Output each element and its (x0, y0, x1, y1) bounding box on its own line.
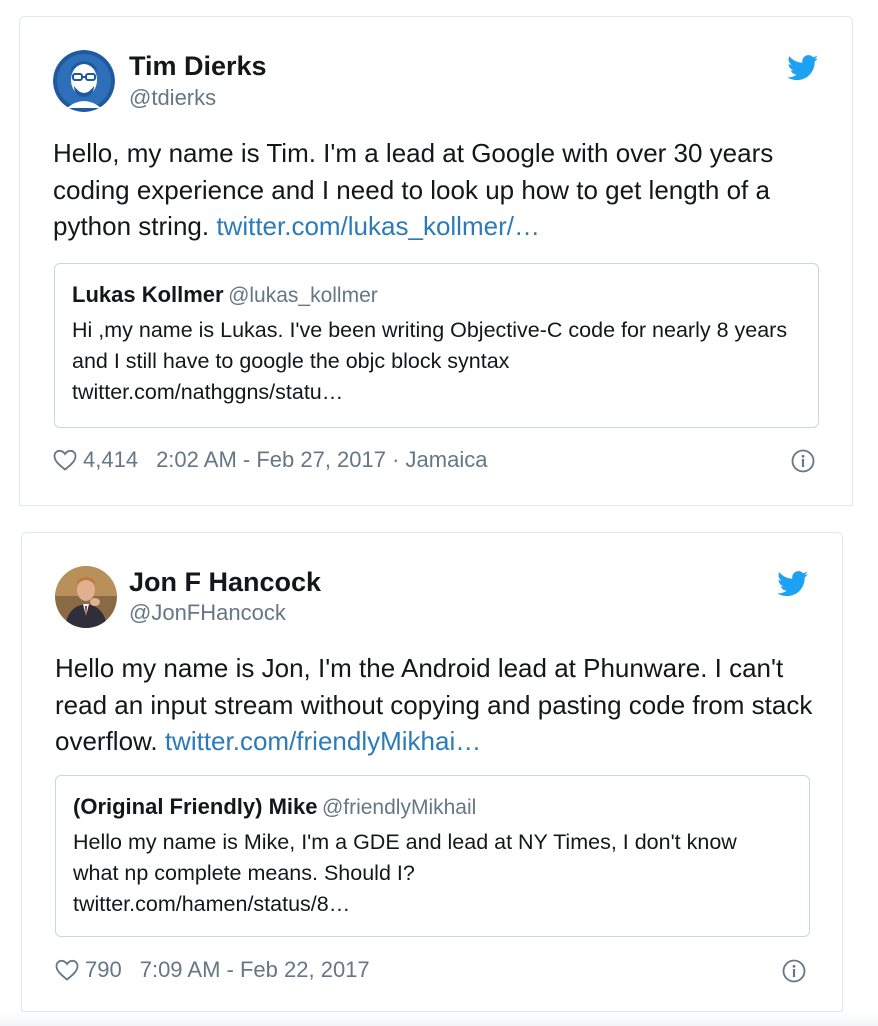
quoted-text-body: Hi ,my name is Lukas. I've been writing … (72, 318, 788, 373)
tweet-meta: 4,414 2:02 AM - Feb 27, 2017 · Jamaica (53, 447, 487, 473)
tweet-meta: 790 7:09 AM - Feb 22, 2017 (55, 957, 370, 983)
info-icon[interactable] (791, 449, 815, 473)
timestamp[interactable]: 2:02 AM - Feb 27, 2017 · Jamaica (156, 447, 487, 473)
tweet-link[interactable]: twitter.com/lukas_kollmer/… (216, 211, 540, 241)
timestamp[interactable]: 7:09 AM - Feb 22, 2017 (140, 957, 370, 983)
like-count[interactable]: 4,414 (83, 447, 138, 473)
quoted-tweet-header: Lukas Kollmer @lukas_kollmer (72, 282, 378, 308)
quoted-author-handle: @friendlyMikhail (321, 796, 477, 819)
tweet-card: Tim Dierks @tdierks Hello, my name is Ti… (19, 16, 853, 506)
heart-icon[interactable] (53, 449, 77, 471)
quoted-tweet-text: Hello my name is Mike, I'm a GDE and lea… (73, 827, 773, 920)
avatar[interactable] (55, 566, 117, 628)
tweet-card: Jon F Hancock @JonFHancock Hello my name… (21, 532, 843, 1012)
quoted-tweet[interactable]: Lukas Kollmer @lukas_kollmer Hi ,my name… (54, 263, 819, 428)
quoted-link: twitter.com/nathggns/statu… (72, 380, 344, 404)
quoted-author-name: (Original Friendly) Mike (73, 794, 318, 819)
tweet-text: Hello my name is Jon, I'm the Android le… (55, 650, 815, 760)
like-count[interactable]: 790 (85, 957, 122, 983)
author-name[interactable]: Tim Dierks (129, 51, 267, 82)
quoted-author-handle: @lukas_kollmer (228, 284, 378, 307)
quoted-tweet-header: (Original Friendly) Mike @friendlyMikhai… (73, 794, 476, 820)
avatar[interactable] (53, 50, 115, 112)
quoted-text-body: Hello my name is Mike, I'm a GDE and lea… (73, 830, 737, 885)
author-handle[interactable]: @tdierks (129, 85, 216, 111)
heart-icon[interactable] (55, 959, 79, 981)
bottom-shadow (0, 1012, 878, 1026)
quoted-tweet[interactable]: (Original Friendly) Mike @friendlyMikhai… (55, 775, 810, 937)
quoted-author-name: Lukas Kollmer (72, 282, 224, 307)
author-name[interactable]: Jon F Hancock (129, 567, 321, 598)
tweet-text: Hello, my name is Tim. I'm a lead at Goo… (53, 135, 833, 245)
info-icon[interactable] (782, 959, 806, 983)
quoted-link: twitter.com/hamen/status/8… (73, 892, 351, 916)
author-handle[interactable]: @JonFHancock (129, 600, 286, 626)
tweet-link[interactable]: twitter.com/friendlyMikhai… (165, 726, 481, 756)
quoted-tweet-text: Hi ,my name is Lukas. I've been writing … (72, 315, 807, 408)
twitter-bird-icon[interactable] (777, 571, 809, 597)
twitter-bird-icon[interactable] (787, 55, 819, 81)
